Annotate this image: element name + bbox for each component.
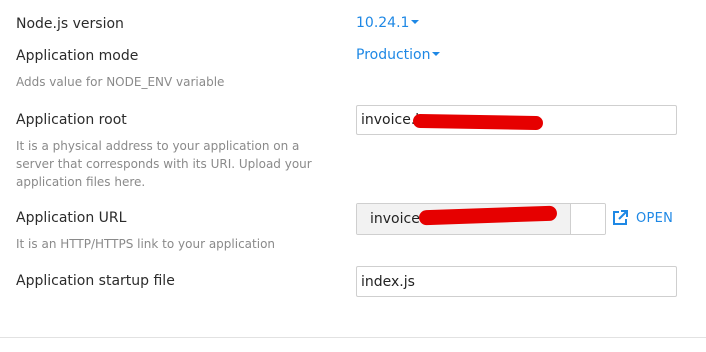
external-link-icon bbox=[613, 210, 628, 225]
app-mode-dropdown[interactable]: Production bbox=[356, 47, 441, 63]
app-url-domain-value: invoice. bbox=[370, 211, 425, 227]
app-url-description: It is an HTTP/HTTPS link to your applica… bbox=[16, 237, 276, 251]
app-root-label: Application root bbox=[16, 112, 127, 128]
app-mode-label: Application mode bbox=[16, 48, 139, 64]
app-root-description: It is a physical address to your applica… bbox=[16, 139, 312, 189]
app-url-field-group: invoice. bbox=[356, 203, 606, 235]
app-url-domain: invoice. bbox=[357, 204, 571, 234]
startup-file-value: index.js bbox=[361, 273, 415, 290]
redaction-mark bbox=[418, 205, 558, 226]
app-root-input[interactable]: invoice.k bbox=[356, 105, 677, 135]
app-mode-value: Production bbox=[356, 47, 431, 63]
startup-file-label: Application startup file bbox=[16, 273, 175, 289]
node-version-value: 10.24.1 bbox=[356, 15, 410, 31]
app-mode-description: Adds value for NODE_ENV variable bbox=[16, 75, 225, 89]
open-url-label: OPEN bbox=[636, 210, 674, 226]
chevron-down-icon bbox=[432, 52, 441, 56]
node-version-dropdown[interactable]: 10.24.1 bbox=[356, 15, 420, 31]
application-settings-panel: Node.js version 10.24.1 Application mode… bbox=[0, 0, 706, 352]
redaction-mark bbox=[412, 113, 544, 131]
app-url-path-input[interactable] bbox=[571, 204, 605, 234]
node-version-label: Node.js version bbox=[16, 16, 124, 32]
open-url-link[interactable]: OPEN bbox=[612, 210, 673, 226]
section-divider bbox=[0, 337, 706, 338]
chevron-down-icon bbox=[411, 20, 420, 24]
app-url-label: Application URL bbox=[16, 210, 127, 226]
startup-file-input[interactable]: index.js bbox=[356, 266, 677, 297]
